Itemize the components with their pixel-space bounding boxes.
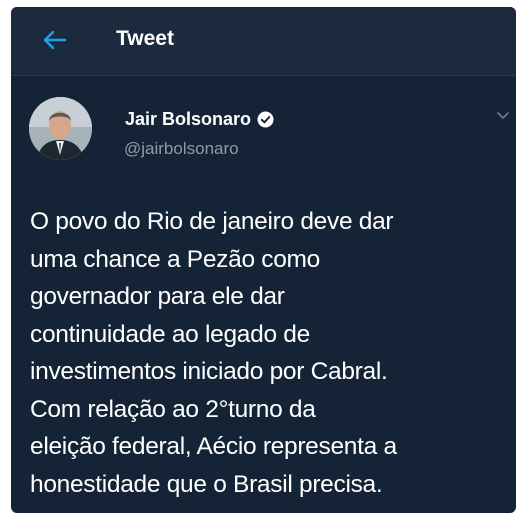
tweet-text-line: honestidade que o Brasil precisa.: [30, 470, 383, 498]
tweet-text-line: governador para ele dar: [30, 283, 285, 310]
tweet-text-line: continuidade ao legado de: [30, 320, 310, 348]
author-handle[interactable]: @jairbolsonaro: [124, 139, 239, 159]
tweet-screen: Tweet Jair Bolsonaro @jairbolsonaro O po…: [11, 7, 516, 513]
avatar[interactable]: [29, 97, 92, 160]
author-row: Jair Bolsonaro: [125, 109, 274, 130]
tweet-text: O povo do Rio de janeiro deve dar uma ch…: [30, 203, 516, 503]
tweet-text-line: uma chance a Pezão como: [30, 245, 320, 273]
back-arrow-icon[interactable]: [41, 29, 67, 51]
page-title: Tweet: [116, 27, 174, 50]
chevron-down-icon[interactable]: [496, 111, 510, 121]
tweet-text-line: eleição federal, Aécio representa a: [30, 433, 397, 460]
author-name[interactable]: Jair Bolsonaro: [125, 109, 251, 130]
tweet-text-line: investimentos iniciado por Cabral.: [30, 358, 388, 385]
tweet-text-line: O povo do Rio de janeiro deve dar: [30, 208, 394, 235]
profile-photo-icon: [29, 97, 92, 160]
top-bar: Tweet: [11, 7, 516, 76]
verified-badge-icon: [257, 111, 274, 128]
tweet-text-line: Com relação ao 2°turno da: [30, 395, 316, 423]
